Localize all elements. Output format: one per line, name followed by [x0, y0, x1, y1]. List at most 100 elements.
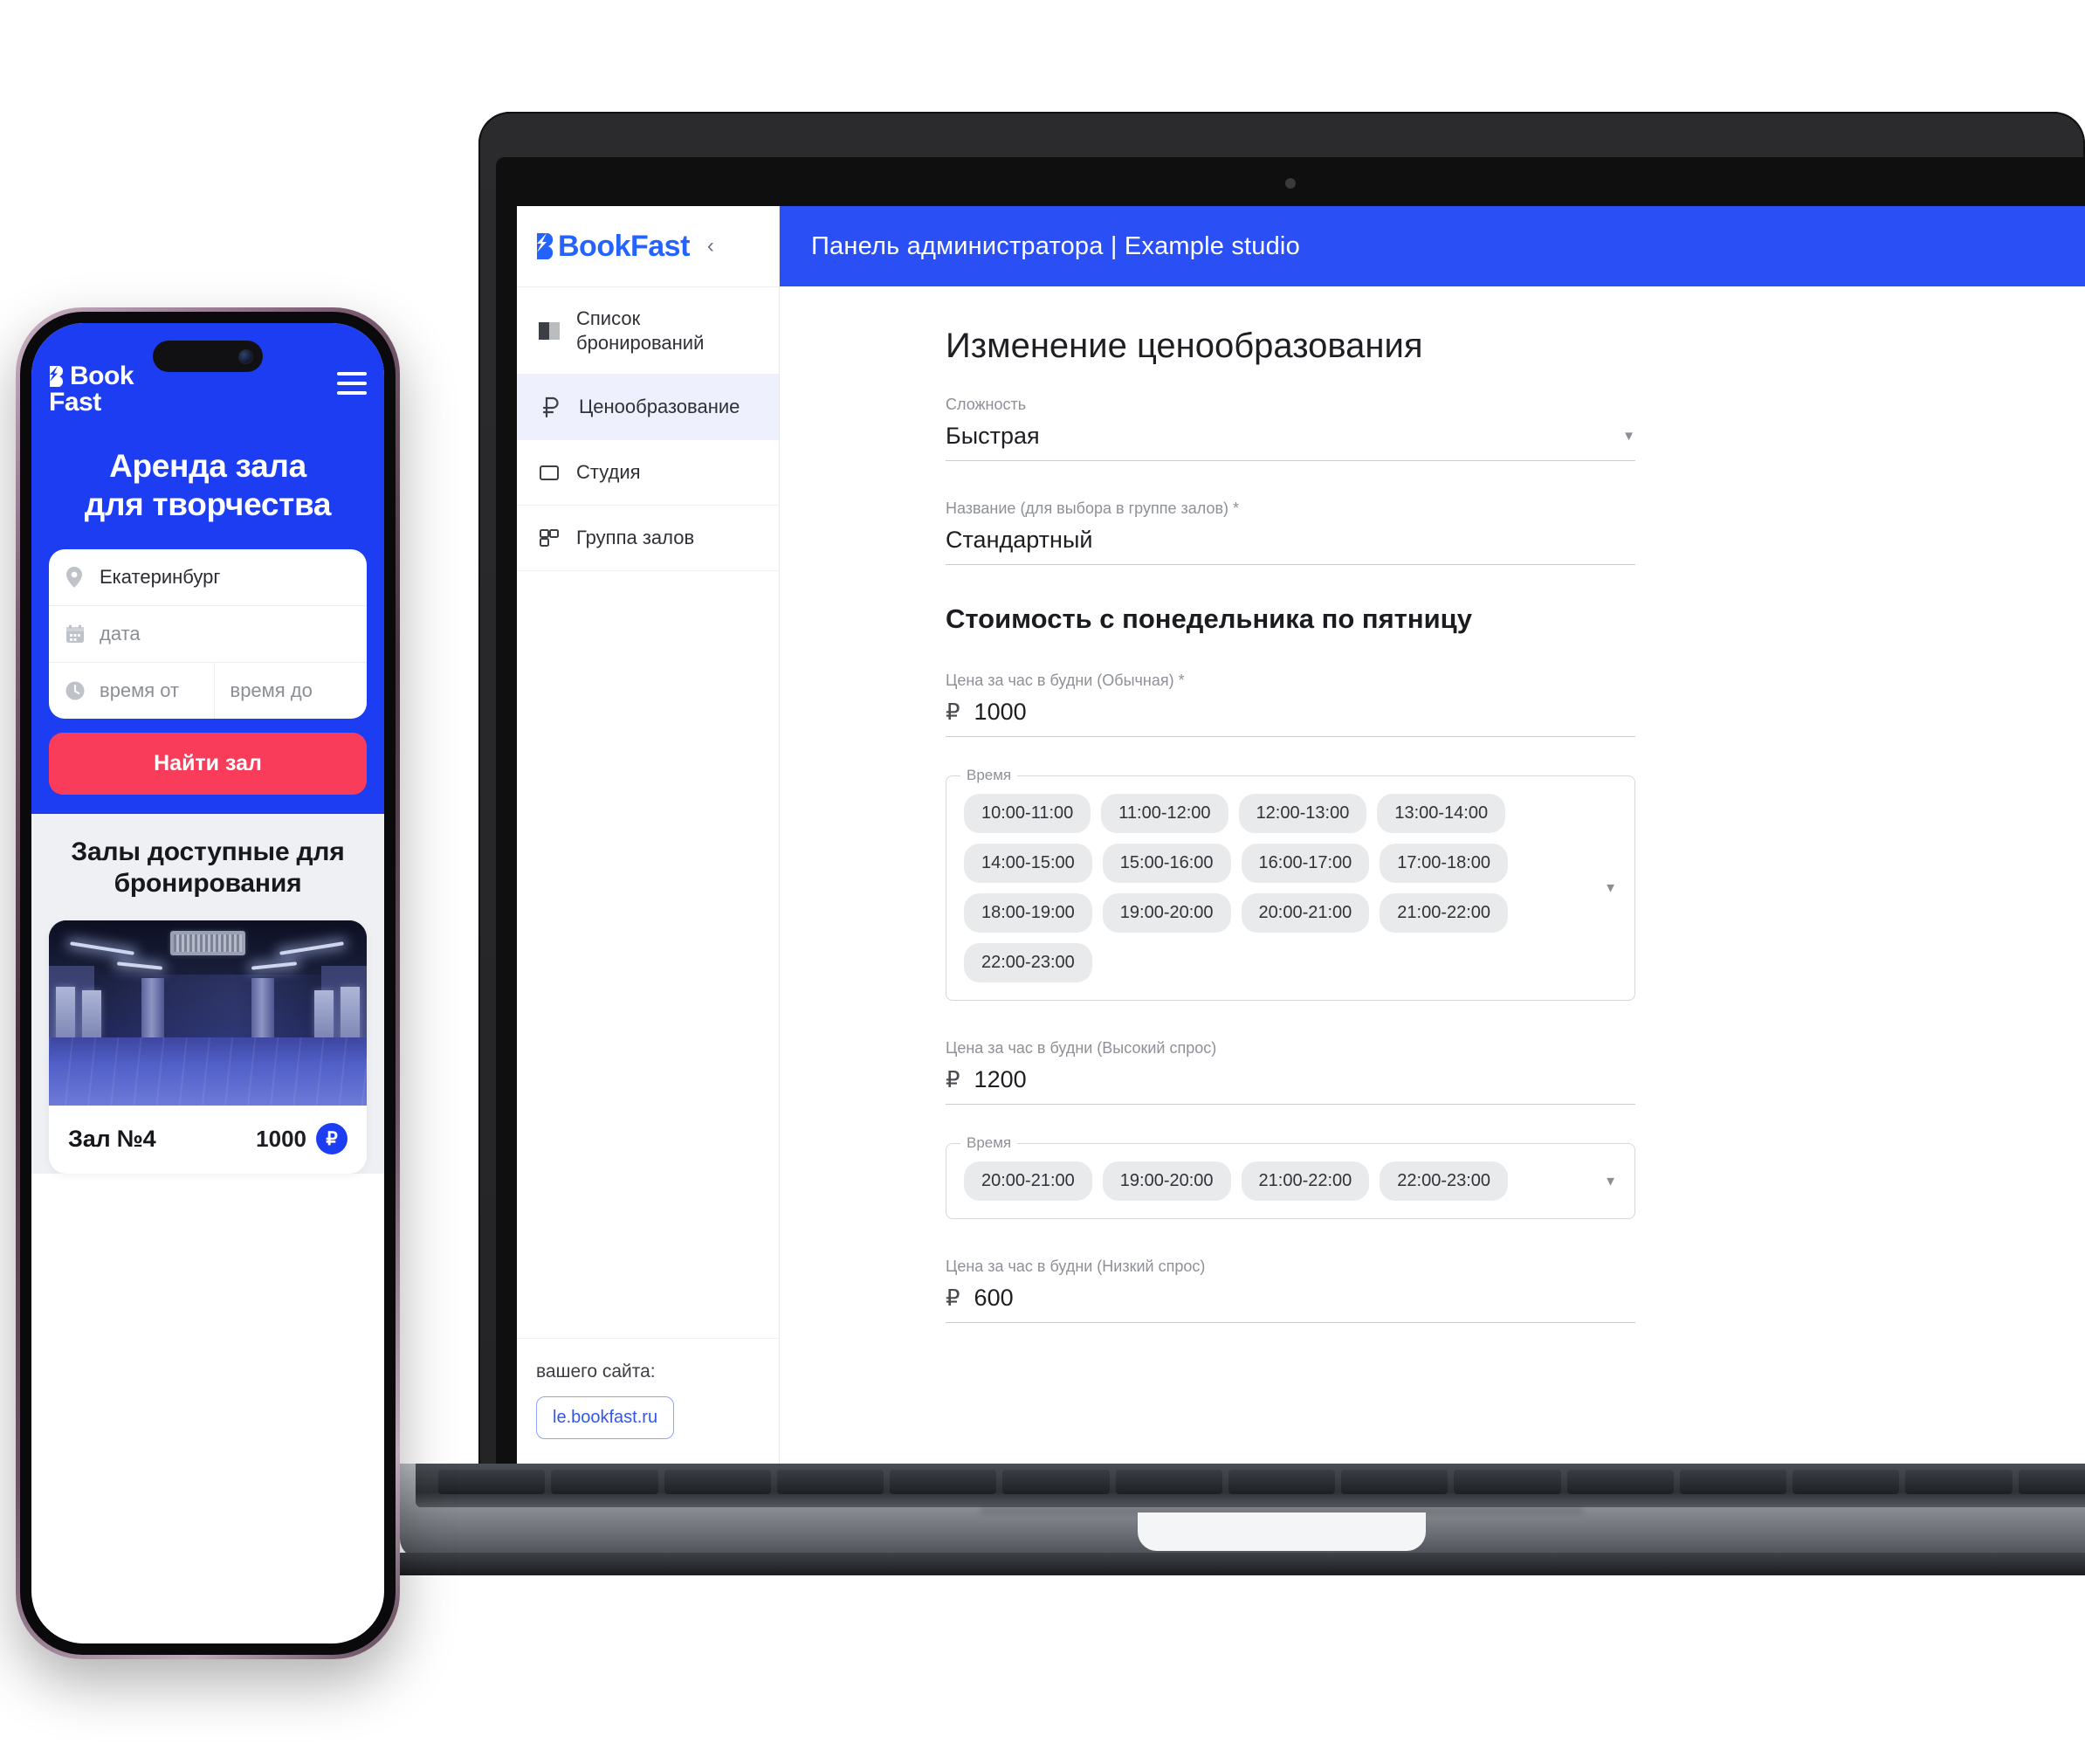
sidebar-item-label: Ценообразование — [579, 396, 740, 418]
key — [776, 1470, 884, 1494]
floor — [49, 1037, 367, 1106]
time-chip[interactable]: 20:00-21:00 — [964, 1161, 1092, 1201]
key — [2018, 1470, 2085, 1494]
field-label: Цена за час в будни (Низкий спрос) — [946, 1258, 1206, 1275]
time-from-field[interactable]: время от — [49, 663, 202, 719]
find-room-button[interactable]: Найти зал — [49, 733, 367, 796]
clock-icon — [65, 680, 87, 701]
phone-mockup: Book Fast Аренда зала для творчества Ека… — [16, 307, 400, 1659]
sidebar-item-room-group[interactable]: Группа залов — [517, 506, 779, 571]
listing-heading-line1: Залы доступные для — [71, 837, 345, 867]
sidebar-item-label: Группа залов — [576, 527, 695, 549]
time-chip[interactable]: 13:00-14:00 — [1377, 794, 1506, 833]
field-value: 1200 — [974, 1066, 1027, 1092]
front-camera-icon — [239, 349, 252, 363]
sidebar-footer: вашего сайта: le.bookfast.ru — [517, 1338, 779, 1465]
time-legend: Время — [960, 767, 1018, 784]
mobile-hero-title: Аренда зала для творчества — [49, 447, 367, 523]
room-price: 1000 ₽ — [256, 1123, 348, 1155]
field-label: Название (для выбора в группе залов) * — [946, 500, 1240, 517]
key — [890, 1470, 997, 1494]
field-price-high: Цена за час в будни (Высокий спрос) ₽ 12… — [946, 1039, 1635, 1105]
time-chip[interactable]: 12:00-13:00 — [1238, 794, 1367, 833]
window — [56, 987, 75, 1042]
time-chip[interactable]: 14:00-15:00 — [964, 844, 1092, 883]
input-price-regular[interactable]: ₽ 1000 — [946, 699, 1635, 737]
sidebar-item-pricing[interactable]: Ценообразование — [517, 375, 779, 440]
hero-title-line1: Аренда зала — [109, 448, 306, 484]
date-field[interactable]: дата — [49, 606, 367, 664]
ceiling-vent — [170, 931, 245, 956]
time-chip-list: 20:00-21:00 19:00-20:00 21:00-22:00 22:0… — [964, 1161, 1584, 1201]
dynamic-island — [153, 341, 263, 372]
key — [1679, 1470, 1787, 1494]
field-label: Сложность — [946, 396, 1027, 413]
city-field[interactable]: Екатеринбург — [49, 549, 367, 607]
time-chip[interactable]: 20:00-21:00 — [1241, 893, 1370, 933]
calendar-icon — [65, 624, 87, 644]
room-card[interactable]: Зал №4 1000 ₽ — [49, 920, 367, 1175]
laptop-base-notch — [1138, 1512, 1426, 1551]
column — [251, 978, 274, 1045]
form-heading: Изменение ценообразования — [946, 327, 1423, 365]
time-chip[interactable]: 19:00-20:00 — [1102, 1161, 1231, 1201]
time-from-placeholder: время от — [100, 679, 180, 702]
time-chip[interactable]: 22:00-23:00 — [1380, 1161, 1509, 1201]
location-pin-icon — [65, 566, 87, 589]
laptop-base-foot — [348, 1553, 2085, 1575]
chevron-down-icon[interactable]: ▼ — [1622, 429, 1635, 444]
time-to-field[interactable]: время до — [213, 663, 368, 720]
burger-bar — [337, 382, 367, 385]
key — [1793, 1470, 1900, 1494]
pricing-form: Изменение ценообразования Сложность Быст… — [946, 327, 1635, 1323]
sidebar-item-label: Список бронирований — [576, 307, 705, 354]
field-name: Название (для выбора в группе залов) * С… — [946, 500, 1635, 565]
time-chip[interactable]: 16:00-17:00 — [1241, 844, 1370, 883]
chevron-down-icon[interactable]: ▼ — [1604, 1174, 1617, 1189]
chevron-left-icon[interactable]: ‹ — [707, 236, 714, 257]
time-chip[interactable]: 19:00-20:00 — [1102, 893, 1231, 933]
logo-b-mark-icon — [49, 365, 69, 388]
time-chip[interactable]: 10:00-11:00 — [964, 794, 1091, 833]
key — [438, 1470, 546, 1494]
date-placeholder: дата — [100, 623, 141, 645]
input-price-low[interactable]: ₽ 600 — [946, 1285, 1635, 1323]
laptop-bezel: BookFast ‹ Список бронирований Ценообраз… — [496, 157, 2085, 1465]
field-label: Цена за час в будни (Высокий спрос) — [946, 1039, 1217, 1057]
field-value: 1000 — [974, 699, 1027, 725]
sidebar-footer-label: вашего сайта: — [536, 1361, 656, 1382]
input-price-high[interactable]: ₽ 1200 — [946, 1066, 1635, 1105]
time-chip[interactable]: 18:00-19:00 — [964, 893, 1092, 933]
logo-text-line2: Fast — [49, 388, 101, 417]
time-selector-regular[interactable]: Время 10:00-11:00 11:00-12:00 12:00-13:0… — [946, 767, 1635, 1001]
input-name[interactable]: Стандартный — [946, 527, 1635, 565]
window — [314, 990, 334, 1038]
group-icon — [536, 525, 562, 551]
select-complexity[interactable]: Быстрая ▼ — [946, 423, 1635, 461]
time-chip[interactable]: 11:00-12:00 — [1101, 794, 1228, 833]
room-card-footer: Зал №4 1000 ₽ — [49, 1106, 367, 1174]
laptop-keyboard — [416, 1464, 2085, 1507]
sidebar-item-studio[interactable]: Студия — [517, 440, 779, 506]
logo-b-mark-icon — [536, 231, 558, 261]
site-link[interactable]: le.bookfast.ru — [536, 1396, 675, 1439]
chevron-down-icon[interactable]: ▼ — [1604, 881, 1617, 896]
time-chip[interactable]: 17:00-18:00 — [1380, 844, 1509, 883]
ruble-sign-icon: ₽ — [946, 1066, 960, 1092]
ruble-sign-icon: ₽ — [946, 699, 960, 725]
sidebar-item-bookings[interactable]: Список бронирований — [517, 287, 779, 375]
ruble-sign-icon: ₽ — [946, 1285, 960, 1311]
time-chip[interactable]: 21:00-22:00 — [1241, 1161, 1370, 1201]
keyboard-row — [416, 1464, 2085, 1494]
time-chip[interactable]: 22:00-23:00 — [964, 943, 1092, 982]
phone-screen: Book Fast Аренда зала для творчества Ека… — [31, 323, 384, 1643]
hamburger-menu-icon[interactable] — [337, 372, 367, 395]
room-price-value: 1000 — [256, 1125, 306, 1152]
laptop-lid: BookFast ‹ Список бронирований Ценообраз… — [478, 112, 2085, 1465]
time-chip[interactable]: 21:00-22:00 — [1380, 893, 1509, 933]
time-chip[interactable]: 15:00-16:00 — [1102, 844, 1231, 883]
room-name: Зал №4 — [68, 1125, 156, 1152]
time-selector-high[interactable]: Время 20:00-21:00 19:00-20:00 21:00-22:0… — [946, 1134, 1635, 1219]
field-value: Быстрая — [946, 423, 1040, 449]
field-price-regular: Цена за час в будни (Обычная) * ₽ 1000 — [946, 672, 1635, 737]
